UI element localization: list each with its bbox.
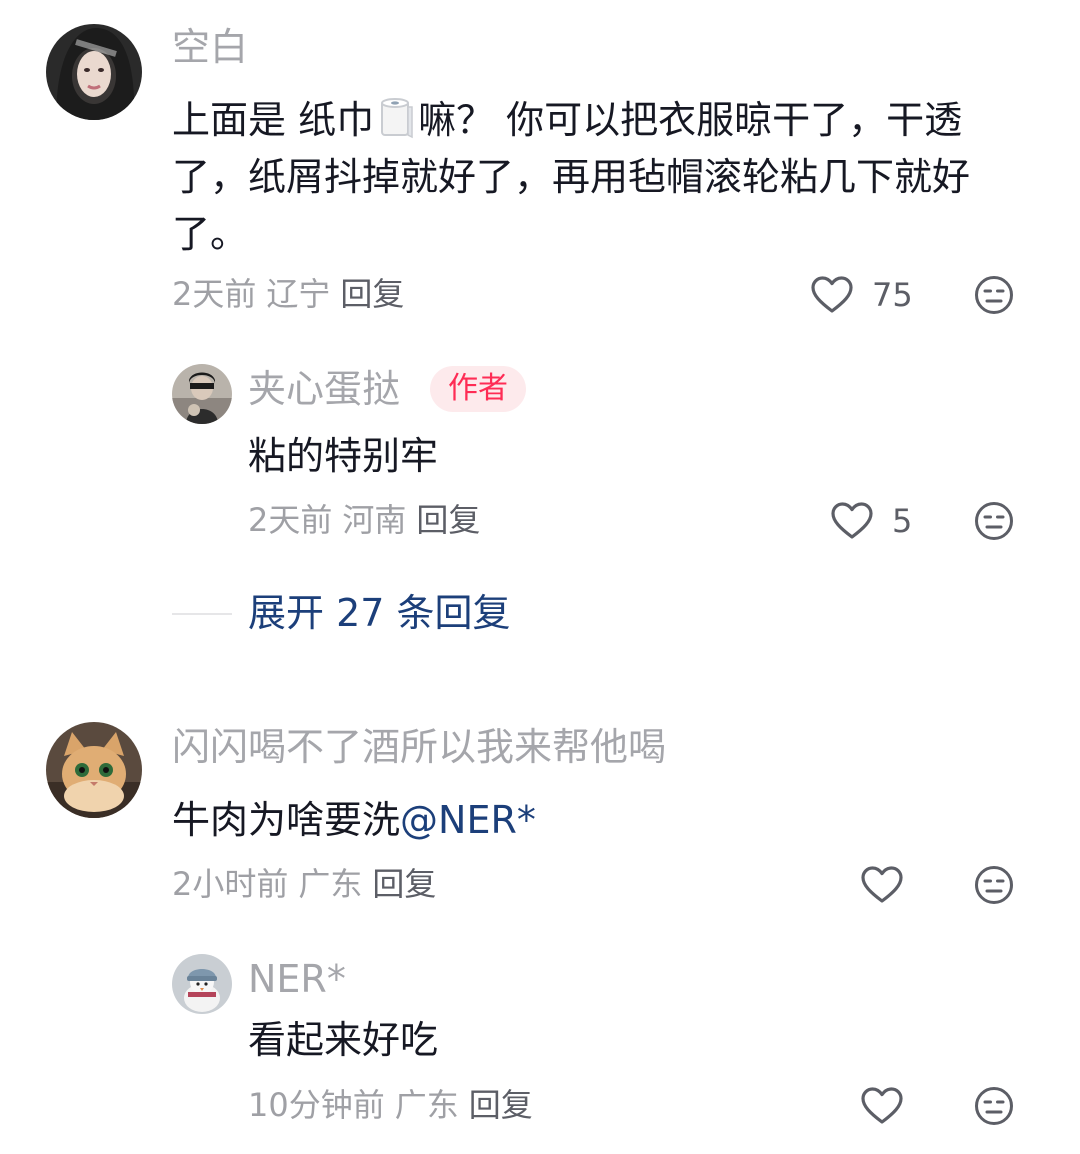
comment-username[interactable]: 空白 [172, 24, 248, 70]
comment-text-part: 牛肉为啥要洗 [172, 798, 401, 842]
like-count: 75 [872, 276, 913, 314]
comment-meta: 2天前 辽宁 回复 [172, 274, 404, 314]
comment-username[interactable]: 闪闪喝不了酒所以我来帮他喝 [172, 724, 666, 770]
comment-text-part: 上面是 纸巾 [172, 98, 375, 142]
heart-icon [861, 866, 903, 903]
avatar-image [172, 364, 232, 424]
heart-icon [831, 502, 873, 539]
like-count: 5 [892, 502, 913, 540]
dislike-face-icon [975, 866, 1013, 904]
avatar[interactable] [46, 24, 142, 120]
like-button[interactable]: 5 [830, 499, 912, 543]
reply-button[interactable]: 回复 [416, 501, 480, 539]
mention-link[interactable]: @NER* [400, 798, 536, 842]
reply-button[interactable]: 回复 [340, 275, 404, 313]
expand-replies-button[interactable]: 展开 27 条回复 [248, 590, 511, 636]
reply-avatar[interactable] [172, 364, 232, 424]
dislike-button[interactable] [974, 1086, 1014, 1126]
avatar-image [46, 722, 142, 818]
heart-icon [861, 1087, 903, 1124]
dislike-button[interactable] [974, 501, 1014, 541]
avatar[interactable] [46, 722, 142, 818]
comment-text: 上面是 纸巾 嘛？ 你可以把衣服晾干了，干透了，纸屑抖掉就好了，再用毡帽滚轮粘几… [172, 92, 1022, 263]
reply-meta: 2天前 河南 回复 [248, 500, 480, 540]
reply-text: 粘的特别牢 [248, 434, 439, 478]
reply-button[interactable]: 回复 [372, 865, 436, 903]
reply-text: 看起来好吃 [248, 1018, 439, 1062]
avatar-image [46, 24, 142, 120]
reply-username[interactable]: NER* [248, 956, 346, 1002]
dislike-face-icon [975, 502, 1013, 540]
reply-meta: 10分钟前 广东 回复 [248, 1085, 533, 1125]
reply-location: 广东 [394, 1086, 459, 1124]
comment-time: 2天前 [172, 275, 257, 313]
comment-location: 辽宁 [266, 275, 331, 313]
dislike-button[interactable] [974, 275, 1014, 315]
heart-icon [811, 276, 853, 313]
comment-meta: 2小时前 广东 回复 [172, 864, 436, 904]
author-badge: 作者 [430, 366, 526, 412]
avatar-image [172, 954, 232, 1014]
dislike-face-icon [975, 1087, 1013, 1125]
comment-location: 广东 [298, 865, 363, 903]
reply-location: 河南 [342, 501, 407, 539]
toilet-paper-icon [378, 97, 414, 139]
reply-button[interactable]: 回复 [469, 1086, 533, 1124]
like-button[interactable] [860, 1084, 904, 1128]
reply-avatar[interactable] [172, 954, 232, 1014]
reply-time: 2天前 [248, 501, 333, 539]
comment-text: 牛肉为啥要洗@NER* [172, 792, 1022, 849]
comment-time: 2小时前 [172, 865, 289, 903]
reply-time: 10分钟前 [248, 1086, 385, 1124]
dislike-button[interactable] [974, 865, 1014, 905]
dislike-face-icon [975, 276, 1013, 314]
like-button[interactable]: 75 [810, 273, 913, 317]
like-button[interactable] [860, 863, 904, 907]
reply-username[interactable]: 夹心蛋挞 [248, 366, 400, 412]
expand-divider [172, 613, 232, 615]
